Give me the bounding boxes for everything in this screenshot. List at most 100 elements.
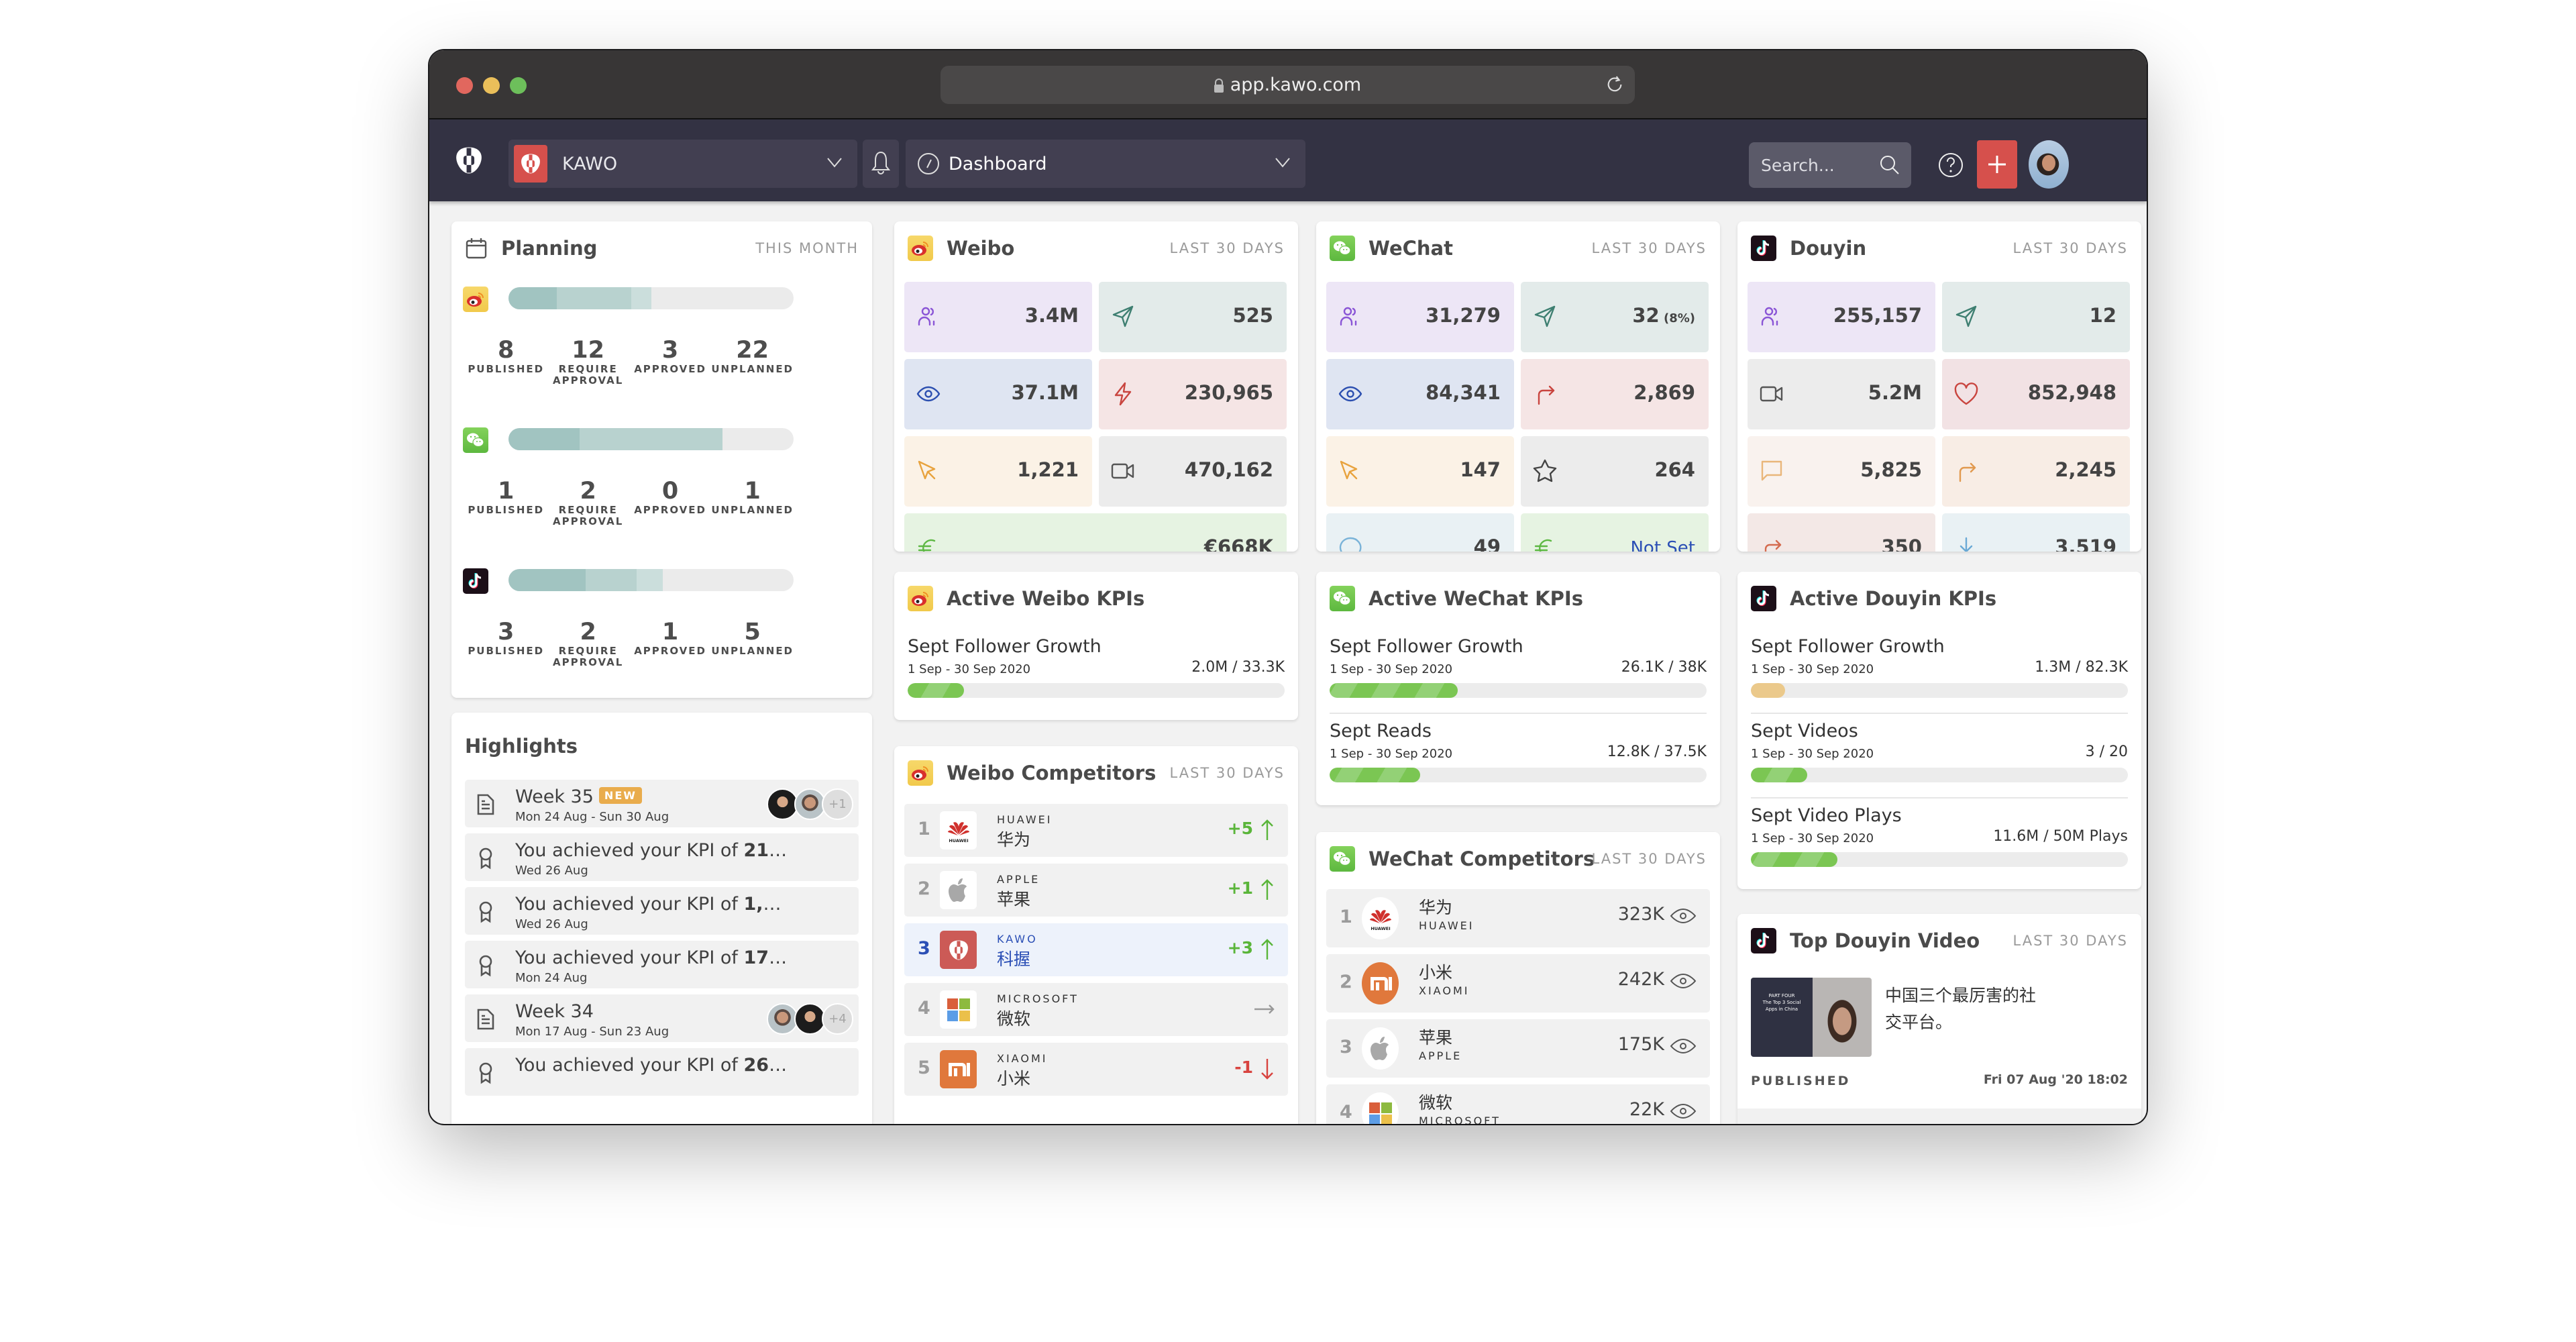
close-window-button[interactable] <box>456 77 473 94</box>
planning-stat-approved[interactable]: 3 APPROVED <box>629 337 711 386</box>
competitor-row[interactable]: 5 XIAOMI 小米 -1 <box>904 1043 1288 1096</box>
reload-icon[interactable] <box>1604 74 1625 95</box>
stat-number: 3.4M <box>1024 304 1079 327</box>
douyin-stat-posts[interactable]: 12 <box>1942 282 2130 352</box>
kpi-progress-bar <box>1751 852 2128 867</box>
eye-icon <box>1338 381 1363 407</box>
weibo-stat-posts[interactable]: 525 <box>1099 282 1287 352</box>
planning-stat-require-approval[interactable]: 2 REQUIRE APPROVAL <box>547 619 629 668</box>
contributor-avatar[interactable] <box>794 1003 826 1035</box>
competitor-rank: 4 <box>1340 1102 1352 1123</box>
douyin-stat-downloads[interactable]: 3,519 <box>1942 513 2130 552</box>
wechat-stat-shares[interactable]: 2,869 <box>1521 359 1709 429</box>
brand-selector[interactable]: KAWO <box>508 140 857 188</box>
maximize-window-button[interactable] <box>510 77 527 94</box>
planning-stat-approved[interactable]: 0 APPROVED <box>629 478 711 527</box>
kpi-value: 3 / 20 <box>2085 743 2128 760</box>
contributor-avatar[interactable] <box>794 788 826 820</box>
planning-stat-require-approval[interactable]: 12 REQUIRE APPROVAL <box>547 337 629 386</box>
contributor-avatar[interactable] <box>767 1003 798 1035</box>
competitor-row[interactable]: 2 APPLE 苹果 +1 <box>904 864 1288 917</box>
notifications-button[interactable] <box>863 140 899 188</box>
wechat-stat-followers[interactable]: 31,279 <box>1326 282 1514 352</box>
kpi-item[interactable]: Sept Videos 1 Sep - 30 Sep 2020 3 / 20 <box>1751 714 2128 798</box>
stat-number: 470,162 <box>1184 458 1273 481</box>
wechat-stat-posts[interactable]: 32 (8%) <box>1521 282 1709 352</box>
competitor-row[interactable]: 1 HUAWEI HUAWEI 华为 +5 <box>904 804 1288 857</box>
kpi-progress-bar <box>1330 768 1707 782</box>
weibo-stat-views[interactable]: 37.1M <box>904 359 1092 429</box>
douyin-stat-shares[interactable]: 2,245 <box>1942 436 2130 507</box>
highlight-item[interactable]: You achieved your KPI of 17M Impres... Mo… <box>465 941 859 988</box>
euro-icon <box>1532 535 1558 552</box>
create-button[interactable] <box>1977 140 2017 189</box>
highlight-title: You achieved your KPI of 21 Articles! <box>515 840 790 861</box>
kpi-date-range: 1 Sep - 30 Sep 2020 <box>908 662 1031 676</box>
planning-stat-approved[interactable]: 1 APPROVED <box>629 619 711 668</box>
competitor-row[interactable]: 4 MICROSOFT 微软 <box>904 983 1288 1036</box>
user-avatar[interactable] <box>2029 140 2069 189</box>
planning-row-wechat: 1 PUBLISHED 2 REQUIRE APPROVAL 0 APPROVED 1 UNP… <box>451 416 872 557</box>
planning-stat-published[interactable]: 3 PUBLISHED <box>465 619 547 668</box>
kpi-item[interactable]: Sept Follower Growth 1 Sep - 30 Sep 2020 1… <box>1751 629 2128 714</box>
weibo-stat-video-views[interactable]: 470,162 <box>1099 436 1287 507</box>
planning-stat-published[interactable]: 8 PUBLISHED <box>465 337 547 386</box>
help-icon[interactable] <box>1937 152 1964 178</box>
douyin-title: Douyin <box>1790 237 1867 260</box>
set-media-value-link[interactable]: Not Set <box>1630 538 1695 552</box>
kpi-item[interactable]: Sept Reads 1 Sep - 30 Sep 2020 12.8K / 37.… <box>1330 714 1707 798</box>
kawo-logo-icon[interactable] <box>453 145 484 176</box>
douyin-stat-comments[interactable]: 5,825 <box>1748 436 1935 507</box>
address-bar[interactable]: app.kawo.com <box>941 66 1635 104</box>
competitor-row[interactable]: 3 苹果 APPLE 175K <box>1326 1019 1710 1078</box>
contributor-avatar[interactable] <box>767 788 798 820</box>
kpi-item[interactable]: Sept Video Plays 1 Sep - 30 Sep 2020 11.6M… <box>1751 798 2128 883</box>
search-input[interactable] <box>1761 155 1875 175</box>
stat-count: 3 <box>498 619 515 646</box>
highlight-title: You achieved your KPI of 17M Impres... <box>515 947 790 968</box>
planning-stat-published[interactable]: 1 PUBLISHED <box>465 478 547 527</box>
kpi-item[interactable]: Sept Follower Growth 1 Sep - 30 Sep 2020 2… <box>908 629 1285 714</box>
planning-stat-unplanned[interactable]: 22 UNPLANNED <box>711 337 794 386</box>
highlight-kpi-value: 1,395 Follo... <box>743 894 790 915</box>
weibo-stat-clicks[interactable]: 1,221 <box>904 436 1092 507</box>
planning-stat-unplanned[interactable]: 1 UNPLANNED <box>711 478 794 527</box>
video-thumbnail[interactable]: PART FOUR The Top 3 Social Apps in China <box>1751 978 1872 1057</box>
search-icon[interactable] <box>1878 153 1902 177</box>
highlight-item[interactable]: You achieved your KPI of 264 Posts! <box>465 1048 859 1096</box>
douyin-stat-followers[interactable]: 255,157 <box>1748 282 1935 352</box>
planning-stat-require-approval[interactable]: 2 REQUIRE APPROVAL <box>547 478 629 527</box>
apple-logo <box>1362 1027 1399 1070</box>
weibo-stat-value: 470,162 <box>1185 458 1273 481</box>
stat-number: 37.1M <box>1011 381 1079 404</box>
wechat-stat-comments[interactable]: 49 <box>1326 513 1514 552</box>
comment-icon <box>1338 535 1363 552</box>
competitor-row[interactable]: 1 HUAWEI 华为 HUAWEI 323K <box>1326 889 1710 947</box>
douyin-stat-likes[interactable]: 852,948 <box>1942 359 2130 429</box>
weibo-stat-engagement[interactable]: 230,965 <box>1099 359 1287 429</box>
douyin-stat-forwards[interactable]: 350 <box>1748 513 1935 552</box>
highlight-item[interactable]: You achieved your KPI of 21 Articles! Wed… <box>465 833 859 881</box>
highlight-item[interactable]: Week 34 Mon 17 Aug - Sun 23 Aug +4 <box>465 994 859 1042</box>
kpi-item[interactable]: Sept Follower Growth 1 Sep - 30 Sep 2020 2… <box>1330 629 1707 714</box>
competitor-row[interactable]: 4 微软 MICROSOFT 22K <box>1326 1084 1710 1124</box>
douyin-stat-video-views[interactable]: 5.2M <box>1748 359 1935 429</box>
planning-card: Planning THIS MONTH 8 PUBLISHED 12 REQUIRE … <box>451 221 872 698</box>
planning-stat-unplanned[interactable]: 5 UNPLANNED <box>711 619 794 668</box>
highlight-item[interactable]: You achieved your KPI of 1,395 Follo... W… <box>465 887 859 935</box>
minimize-window-button[interactable] <box>483 77 500 94</box>
highlight-date: Wed 26 Aug <box>515 864 588 878</box>
weibo-stat-followers[interactable]: 3.4M <box>904 282 1092 352</box>
page-selector[interactable]: Dashboard <box>906 140 1305 188</box>
wechat-stat-media-value[interactable]: Not Set <box>1521 513 1709 552</box>
competitor-row[interactable]: 3 KAWO 科握 +3 <box>904 923 1288 976</box>
wechat-stat-views[interactable]: 84,341 <box>1326 359 1514 429</box>
competitor-row[interactable]: 2 小米 XIAOMI 242K <box>1326 954 1710 1013</box>
bar-segment-approved <box>637 569 663 591</box>
competitor-reads: 323K <box>1617 904 1664 925</box>
wechat-stat-clicks[interactable]: 147 <box>1326 436 1514 507</box>
search-box[interactable] <box>1749 142 1911 188</box>
highlight-item[interactable]: Week 35 NEW Mon 24 Aug - Sun 30 Aug +1 <box>465 780 859 827</box>
weibo-stat-media-value[interactable]: €668K <box>904 513 1287 552</box>
wechat-stat-favorites[interactable]: 264 <box>1521 436 1709 507</box>
